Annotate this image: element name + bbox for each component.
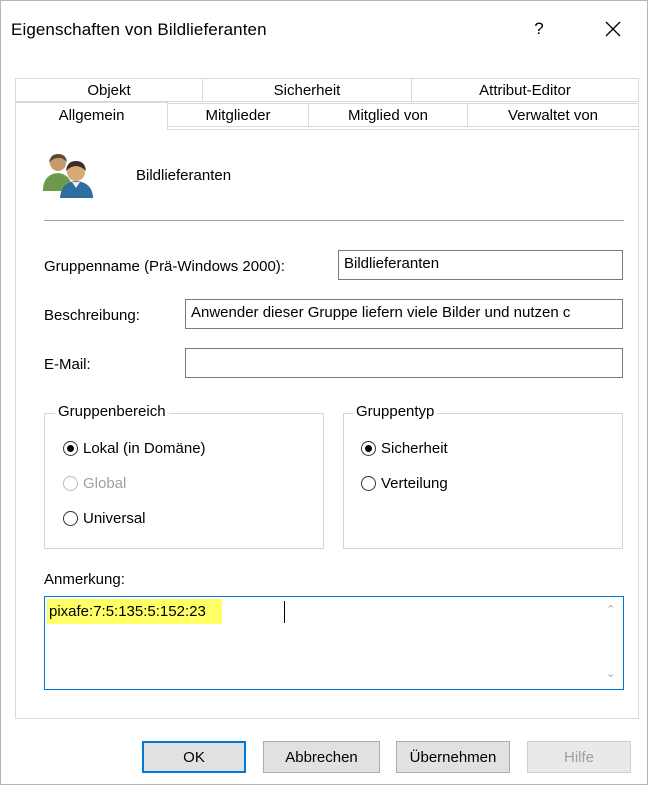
apply-button[interactable]: Übernehmen [396,741,510,773]
tab-allgemein[interactable]: Allgemein [15,102,168,130]
radio-icon [63,476,78,491]
tab-label: Verwaltet von [507,106,599,124]
radio-icon [63,511,78,526]
radio-label: Sicherheit [381,440,448,457]
description-label: Beschreibung: [44,307,140,324]
tab-mitglied-von[interactable]: Mitglied von [308,103,468,127]
radio-label: Verteilung [381,475,448,492]
ok-button[interactable]: OK [142,741,246,773]
type-group-title: Gruppentyp [353,403,438,420]
email-field[interactable] [185,348,623,378]
notes-label: Anmerkung: [44,571,125,588]
description-field[interactable]: Anwender dieser Gruppe liefern viele Bil… [185,299,623,329]
pre2000-name-field[interactable]: Bildlieferanten [338,250,623,280]
separator [44,220,624,221]
cancel-button[interactable]: Abbrechen [263,741,380,773]
radio-type-distribution[interactable]: Verteilung [361,475,448,492]
radio-label: Lokal (in Domäne) [83,440,206,457]
notes-text: pixafe:7:5:135:5:152:23 [47,599,222,624]
email-label: E-Mail: [44,356,91,373]
tab-label: Mitglieder [205,106,271,124]
tab-label: Objekt [87,81,131,99]
help-button: Hilfe [527,741,631,773]
title-bar[interactable]: Eigenschaften von Bildlieferanten ? [1,1,647,57]
radio-type-security[interactable]: Sicherheit [361,440,448,457]
properties-dialog: Eigenschaften von Bildlieferanten ? Obje… [0,0,648,785]
help-title-button[interactable]: ? [515,9,563,49]
radio-selected-icon [361,441,376,456]
scope-group-title: Gruppenbereich [55,403,169,420]
radio-scope-local[interactable]: Lokal (in Domäne) [63,440,206,457]
radio-scope-global: Global [63,475,126,492]
radio-icon [361,476,376,491]
tab-attribut-editor[interactable]: Attribut-Editor [411,78,639,102]
text-caret [284,601,285,623]
notes-scrollbar[interactable]: ⌃ ⌄ [601,597,623,689]
tab-verwaltet-von[interactable]: Verwaltet von [467,103,639,127]
radio-selected-icon [63,441,78,456]
tab-label: Allgemein [58,106,125,124]
pre2000-name-label: Gruppenname (Prä-Windows 2000): [44,258,285,275]
close-icon [605,21,621,37]
radio-scope-universal[interactable]: Universal [63,510,146,527]
tab-label: Sicherheit [273,81,341,99]
tab-label: Attribut-Editor [479,81,571,99]
group-name-heading: Bildlieferanten [136,167,232,184]
tab-label: Mitglied von [347,106,429,124]
tab-mitglieder[interactable]: Mitglieder [167,103,309,127]
radio-label: Universal [83,510,146,527]
scroll-up-icon[interactable]: ⌃ [606,603,615,616]
group-icon [41,151,95,203]
radio-label: Global [83,475,127,492]
close-button[interactable] [583,9,643,49]
tab-sicherheit[interactable]: Sicherheit [202,78,412,102]
notes-textarea[interactable]: pixafe:7:5:135:5:152:23 ⌃ ⌄ [44,596,624,690]
window-title: Eigenschaften von Bildlieferanten [11,20,267,39]
scroll-down-icon[interactable]: ⌄ [606,667,615,680]
tab-objekt[interactable]: Objekt [15,78,203,102]
